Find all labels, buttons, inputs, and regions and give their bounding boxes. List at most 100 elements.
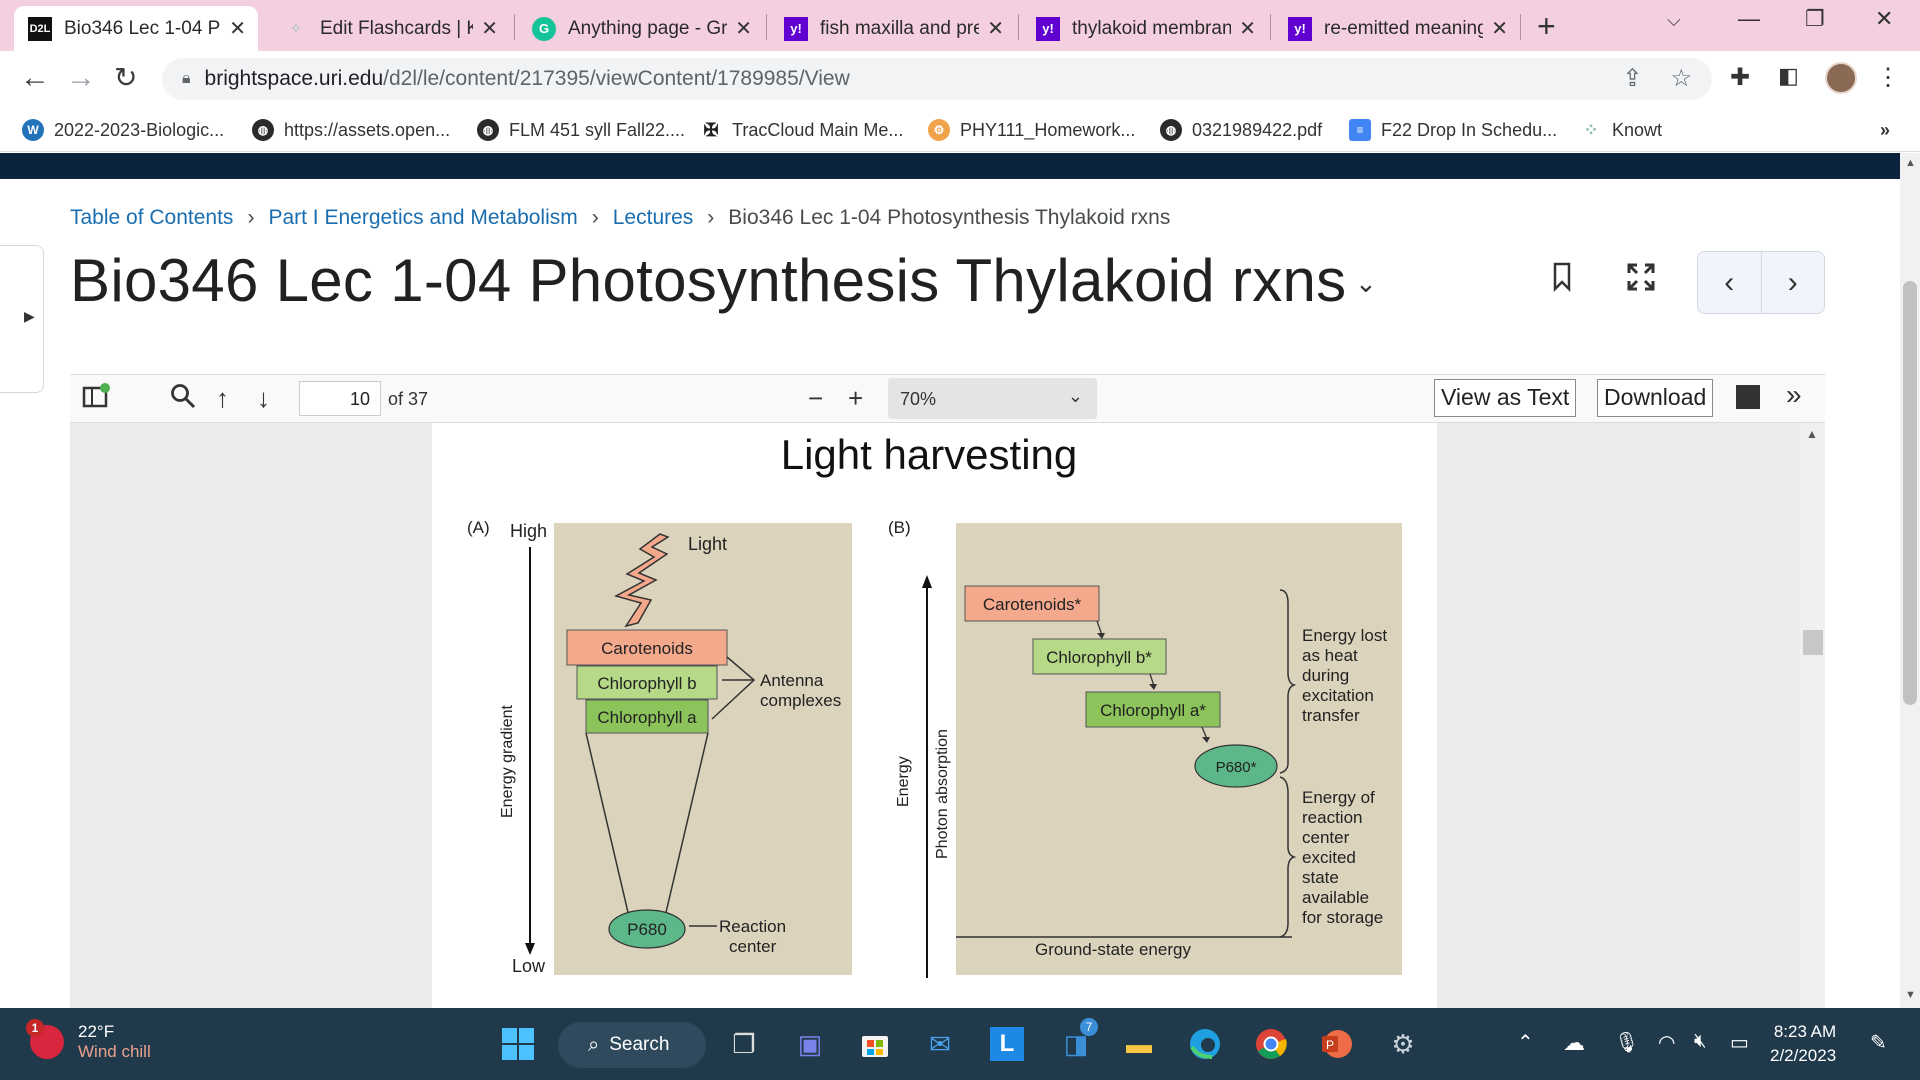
more-tools-icon[interactable]: » [1786,379,1802,411]
system-clock[interactable]: 8:23 AM 2/2/2023 [1770,1020,1836,1068]
title-chevron-down-icon[interactable]: ⌄ [1355,268,1377,299]
close-tab-icon[interactable]: ✕ [1491,16,1508,41]
previous-page-arrow-icon[interactable]: ↑ [216,383,229,414]
app-l-icon[interactable]: L [987,1024,1027,1064]
chrome-icon[interactable] [1251,1024,1291,1064]
next-topic-button[interactable]: › [1762,252,1825,313]
settings-gear-icon[interactable]: ⚙ [1383,1024,1423,1064]
topic-navigation: ‹ › [1697,251,1825,314]
find-search-icon[interactable] [170,383,196,416]
zoom-out-minus-icon[interactable]: − [808,383,823,414]
share-icon[interactable]: ⇪ [1622,64,1642,93]
tab-yahoo-reemitted[interactable]: y! re-emitted meaning ✕ [1274,6,1520,51]
zoom-select[interactable]: 70% ⌄ [888,378,1097,419]
file-explorer-icon[interactable]: ▬ [1119,1024,1159,1064]
chrome-menu-icon[interactable]: ⋮ [1876,63,1900,92]
mail-icon[interactable]: ✉ [920,1024,960,1064]
task-view-icon[interactable]: ❐ [724,1024,764,1064]
microphone-icon[interactable]: 🎙︎ [1614,1030,1639,1055]
tab-yahoo-thylakoid[interactable]: y! thylakoid membran ✕ [1022,6,1268,51]
weather-temperature: 22°F [78,1022,115,1041]
page-scroll-thumb[interactable] [1903,281,1917,705]
bookmark-item[interactable]: W 2022-2023-Biologic... [22,108,224,152]
minimize-icon[interactable]: — [1738,6,1760,32]
edge-icon[interactable] [1185,1024,1225,1064]
scroll-up-arrow-icon[interactable]: ▲ [1806,427,1818,441]
tab-grammarly[interactable]: G Anything page - Gr ✕ [518,6,764,51]
restore-icon[interactable]: ❐ [1805,6,1825,32]
globe-icon: ◍ [477,119,499,141]
fullscreen-icon[interactable] [1626,262,1656,300]
microsoft-store-icon[interactable] [855,1024,895,1064]
teams-chat-icon[interactable]: ▣ [790,1024,830,1064]
extensions-puzzle-icon[interactable]: ✚ [1730,63,1750,92]
breadcrumb: Table of Contents › Part I Energetics and … [70,206,1170,230]
bookmark-item[interactable]: ✠ TracCloud Main Me... [700,108,903,152]
breadcrumb-table-of-contents[interactable]: Table of Contents [70,206,233,229]
outlook-icon[interactable]: ◨ 7 [1056,1018,1098,1064]
taskbar-search[interactable]: ⌕ Search [558,1022,706,1068]
energy-stored-line: state [1302,868,1339,887]
sidebar-toggle-icon[interactable] [82,383,110,416]
tab-divider [514,14,515,40]
page-scrollbar[interactable]: ▲ ▼ [1900,153,1920,1008]
tab-bio346[interactable]: D2L Bio346 Lec 1-04 Ph ✕ [14,6,258,51]
pdf-scrollbar[interactable]: ▲ [1800,423,1825,1008]
bookmark-ribbon-icon[interactable] [1552,262,1572,300]
view-as-text-button[interactable]: View as Text [1434,379,1577,417]
bookmark-label: TracCloud Main Me... [732,119,904,140]
tab-title: thylakoid membran [1072,17,1232,39]
toc-panel-toggle[interactable]: ▶ [0,245,44,393]
wifi-icon[interactable]: ◠ [1658,1030,1675,1055]
energy-stored-line: reaction [1302,808,1362,827]
close-tab-icon[interactable]: ✕ [481,16,498,41]
scroll-down-arrow-icon[interactable]: ▼ [1905,989,1916,1001]
notifications-icon[interactable]: ✎ [1870,1030,1887,1055]
download-button[interactable]: Download [1597,379,1714,417]
close-tab-icon[interactable]: ✕ [229,16,246,41]
address-bar[interactable]: 🔒︎ brightspace.uri.edu/d2l/le/content/21… [162,58,1712,100]
more-bookmarks-icon[interactable]: » [1880,108,1890,152]
close-tab-icon[interactable]: ✕ [987,16,1004,41]
bookmark-label: 2022-2023-Biologic... [54,119,225,140]
close-tab-icon[interactable]: ✕ [735,16,752,41]
close-window-icon[interactable]: ✕ [1875,6,1893,32]
previous-topic-button[interactable]: ‹ [1698,252,1762,313]
forward-arrow-icon[interactable]: → [66,61,96,95]
bookmark-item[interactable]: ⚙ PHY111_Homework... [928,108,1135,152]
bookmark-item[interactable]: ◍ FLM 451 syll Fall22.... [477,108,685,152]
breadcrumb-lectures[interactable]: Lectures [613,206,694,229]
profile-avatar[interactable] [1825,62,1857,94]
breadcrumb-part-i[interactable]: Part I Energetics and Metabolism [268,206,577,229]
zoom-in-plus-icon[interactable]: + [848,383,863,414]
speaker-muted-icon[interactable]: 🔇︎ [1694,1030,1707,1053]
presentation-mode-icon[interactable] [1736,385,1760,409]
reload-icon[interactable]: ↻ [114,61,137,94]
bookmark-item[interactable]: ◍ 0321989422.pdf [1160,108,1322,152]
next-page-arrow-icon[interactable]: ↓ [257,383,270,414]
close-tab-icon[interactable]: ✕ [1239,16,1256,41]
windows-taskbar: 1 22°F Wind chill ⌕ Search ❐ ▣ ✉ L ◨ 7 ▬ … [0,1008,1920,1080]
weather-widget[interactable]: 1 22°F Wind chill [26,1019,151,1062]
side-panel-icon[interactable]: ◧ [1778,63,1799,89]
panel-a-label: (A) [467,518,490,537]
tab-search-chevron-icon[interactable]: ⌵ [1667,10,1681,31]
powerpoint-icon[interactable]: P [1316,1024,1356,1064]
show-hidden-icons-chevron[interactable]: ⌃ [1517,1030,1534,1055]
antenna-label-line1: Antenna [760,671,824,690]
windows-start-icon[interactable] [498,1024,538,1064]
battery-icon[interactable]: ▭ [1730,1030,1749,1055]
tab-yahoo-fish[interactable]: y! fish maxilla and pre ✕ [770,6,1016,51]
bookmark-item[interactable]: ◍ https://assets.open... [252,108,450,152]
bookmark-star-icon[interactable]: ☆ [1670,64,1692,93]
new-tab-plus-icon[interactable]: + [1537,8,1556,45]
tab-divider [1520,14,1521,40]
tab-knowt-flashcards[interactable]: ⁘ Edit Flashcards | Kn ✕ [270,6,510,51]
pdf-scroll-thumb[interactable] [1803,630,1823,655]
bookmark-item[interactable]: ≡ F22 Drop In Schedu... [1349,108,1557,152]
scroll-up-arrow-icon[interactable]: ▲ [1905,157,1916,169]
bookmark-item[interactable]: ⁘ Knowt [1580,108,1662,152]
page-number-input[interactable]: 10 [299,381,381,416]
back-arrow-icon[interactable]: ← [20,61,50,95]
onedrive-cloud-icon[interactable]: ☁ [1563,1030,1585,1056]
